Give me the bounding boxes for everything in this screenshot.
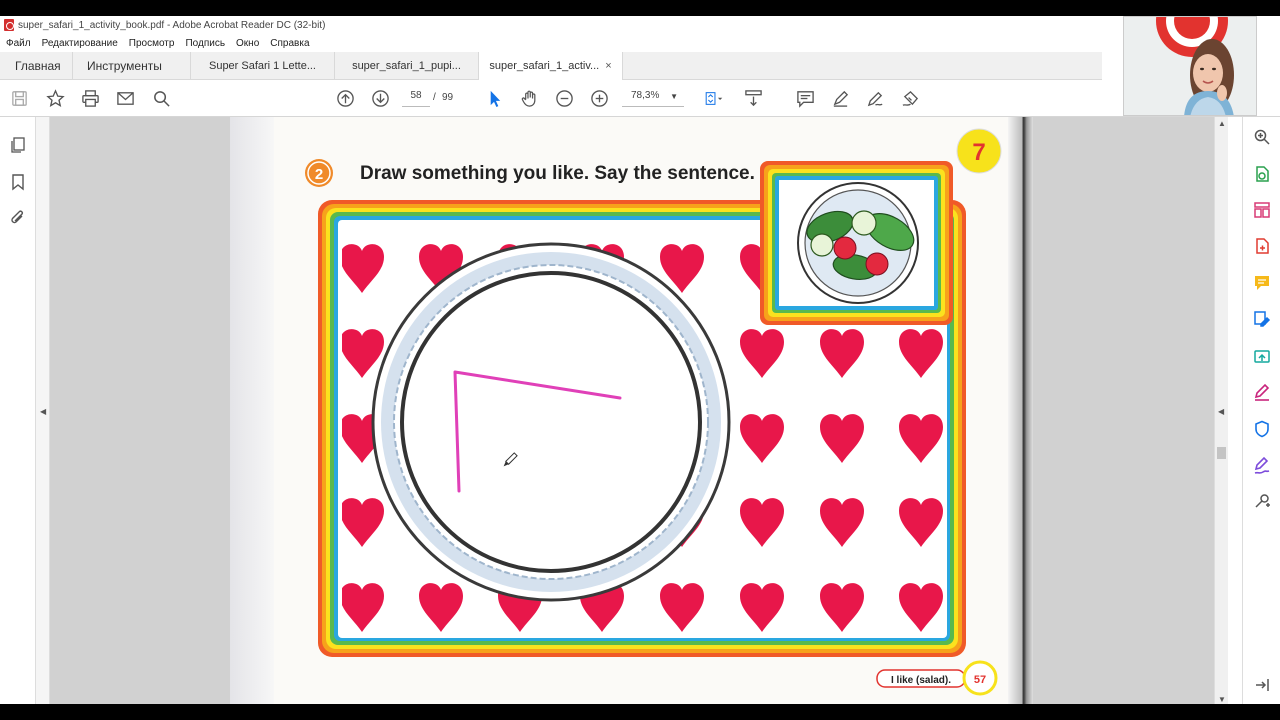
- draw-pen-icon[interactable]: [865, 88, 885, 108]
- left-pane-collapse-handle[interactable]: ◀: [36, 117, 50, 704]
- edit-pdf-icon[interactable]: [1253, 310, 1271, 328]
- task-number: 2: [315, 166, 323, 183]
- email-icon[interactable]: [115, 88, 135, 108]
- save-icon[interactable]: [9, 88, 29, 108]
- send-for-signature-icon[interactable]: [1253, 456, 1271, 474]
- tab-document-3-active[interactable]: super_safari_1_activ... ×: [479, 52, 623, 80]
- main-toolbar: 58 / 99 78,3% ▼: [0, 80, 1280, 117]
- printed-page-number: 57: [974, 674, 986, 686]
- menu-window[interactable]: Окно: [236, 38, 259, 49]
- create-pdf-icon[interactable]: [1253, 237, 1271, 255]
- page-separator: /: [433, 92, 436, 103]
- example-picture: [760, 161, 953, 325]
- instruction-text: Draw something you like. Say the sentenc…: [360, 163, 755, 184]
- fill-sign-icon[interactable]: [1253, 383, 1271, 401]
- comment-tool-icon[interactable]: [1253, 274, 1271, 292]
- menu-file[interactable]: Файл: [6, 38, 31, 49]
- menu-edit[interactable]: Редактирование: [42, 38, 118, 49]
- scroll-mode-icon[interactable]: [743, 88, 763, 108]
- unit-number: 7: [972, 139, 985, 166]
- highlight-pen-icon[interactable]: [830, 88, 850, 108]
- chevron-down-icon: ▼: [670, 92, 678, 101]
- page-right-edge: [1008, 117, 1033, 704]
- tab-document-3-label: super_safari_1_activ...: [489, 60, 600, 72]
- acrobat-app-icon: [4, 19, 14, 31]
- sentence-label: I like (salad).: [891, 675, 951, 686]
- protect-shield-icon[interactable]: [1253, 420, 1271, 438]
- zoom-search-icon[interactable]: [1253, 128, 1271, 146]
- sign-stamp-icon[interactable]: [900, 88, 920, 108]
- menu-help[interactable]: Справка: [270, 38, 309, 49]
- previous-page-icon[interactable]: [335, 88, 355, 108]
- collapse-panel-icon[interactable]: [1253, 676, 1271, 694]
- share-link-icon[interactable]: [1253, 347, 1271, 365]
- webcam-video-overlay: [1123, 16, 1257, 116]
- next-page-icon[interactable]: [370, 88, 390, 108]
- right-tools-pane: [1242, 117, 1280, 704]
- vertical-scrollbar[interactable]: ▲ ◀ ▼: [1214, 117, 1228, 704]
- bookmarks-icon[interactable]: [9, 173, 27, 191]
- menu-sign[interactable]: Подпись: [185, 38, 225, 49]
- page-artwork: 2 Draw something you like. Say the sente…: [305, 128, 1002, 696]
- acrobat-window: super_safari_1_activity_book.pdf - Adobe…: [0, 16, 1280, 704]
- pdf-page: 2 Draw something you like. Say the sente…: [230, 117, 1033, 704]
- hand-tool-icon[interactable]: [519, 88, 539, 108]
- page-fit-icon[interactable]: [700, 88, 726, 108]
- presenter-video: [1124, 17, 1256, 115]
- menu-view[interactable]: Просмотр: [129, 38, 175, 49]
- scroll-down-arrow-icon[interactable]: ▼: [1218, 695, 1226, 704]
- star-bookmark-icon[interactable]: [45, 88, 65, 108]
- comment-icon[interactable]: [795, 88, 815, 108]
- scroll-up-arrow-icon[interactable]: ▲: [1218, 119, 1226, 128]
- more-tools-icon[interactable]: [1253, 492, 1271, 510]
- left-navigation-pane: [0, 117, 36, 704]
- select-cursor-icon[interactable]: [484, 88, 504, 108]
- page-thumbnails-icon[interactable]: [9, 136, 27, 154]
- page-total: 99: [442, 92, 454, 103]
- zoom-in-icon[interactable]: [589, 88, 609, 108]
- zoom-out-icon[interactable]: [554, 88, 574, 108]
- tab-document-1[interactable]: Super Safari 1 Lette...: [191, 52, 335, 80]
- window-title: super_safari_1_activity_book.pdf - Adobe…: [18, 19, 326, 31]
- plate-inner-circle: [400, 271, 702, 573]
- export-pdf-icon[interactable]: [1253, 165, 1271, 183]
- tab-home[interactable]: Главная: [0, 52, 73, 80]
- zoom-level-dropdown[interactable]: 78,3% ▼: [622, 90, 684, 107]
- attachments-icon[interactable]: [9, 209, 27, 227]
- organize-pages-icon[interactable]: [1253, 201, 1271, 219]
- page-spine-shadow: [230, 117, 274, 704]
- tab-bar: Главная Инструменты Super Safari 1 Lette…: [0, 52, 1102, 80]
- chevron-left-icon: ◀: [40, 407, 47, 416]
- title-bar: super_safari_1_activity_book.pdf - Adobe…: [0, 16, 1102, 34]
- chevron-left-icon[interactable]: ◀: [1218, 407, 1224, 416]
- tab-tools[interactable]: Инструменты: [73, 52, 191, 80]
- tab-close-icon[interactable]: ×: [605, 60, 611, 72]
- search-icon[interactable]: [151, 88, 171, 108]
- document-viewer[interactable]: 2 Draw something you like. Say the sente…: [50, 117, 1214, 704]
- tab-document-2[interactable]: super_safari_1_pupi...: [335, 52, 479, 80]
- zoom-level-value: 78,3%: [631, 90, 660, 101]
- scrollbar-thumb[interactable]: [1217, 447, 1226, 459]
- page-number-input[interactable]: 58: [402, 90, 430, 107]
- menu-bar: Файл Редактирование Просмотр Подпись Окн…: [0, 34, 1102, 52]
- print-icon[interactable]: [80, 88, 100, 108]
